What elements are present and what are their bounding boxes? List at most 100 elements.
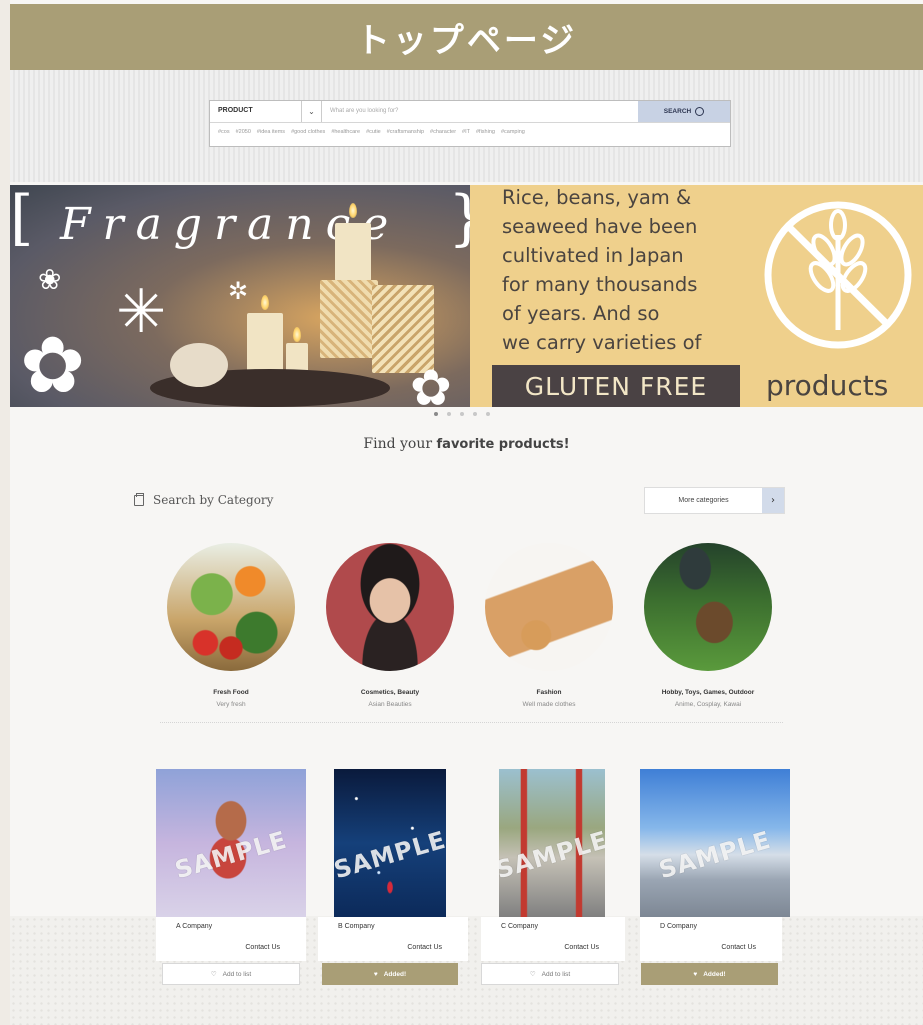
contact-us-link[interactable]: Contact Us (407, 944, 442, 951)
contact-us-link[interactable]: Contact Us (564, 944, 599, 951)
chevron-right-icon[interactable]: › (762, 488, 784, 513)
banner-line: of years. And so (502, 302, 660, 325)
carousel-dot[interactable] (486, 412, 490, 416)
hero-banner[interactable]: [ Fragrance } ❀ ✳ ✲ ✿ ✿ Rice, beans, yam… (10, 185, 923, 407)
company-name: B Company (338, 923, 375, 930)
product-card[interactable]: SAMPLE A Company Contact Us ♡ Add to lis… (156, 769, 306, 985)
sample-watermark: SAMPLE (334, 825, 446, 885)
candle-image (247, 313, 283, 373)
sample-watermark: SAMPLE (171, 825, 291, 885)
product-card[interactable]: SAMPLE B Company Contact Us ♥ Added! (318, 769, 468, 985)
category-heading: Search by Category (134, 492, 274, 507)
search-input[interactable]: What are you looking for? (322, 101, 638, 122)
tag-link[interactable]: #fishing (476, 129, 495, 135)
carousel-dot[interactable] (434, 412, 438, 416)
more-categories-button[interactable]: More categories › (644, 487, 785, 514)
category-select[interactable]: PRODUCT (210, 101, 302, 122)
product-image[interactable]: SAMPLE (156, 769, 306, 917)
contact-us-link[interactable]: Contact Us (721, 944, 756, 951)
carousel-dots (434, 412, 490, 416)
find-emphasis: favorite products! (436, 437, 570, 452)
added-button[interactable]: ♥ Added! (322, 963, 458, 985)
carousel-dot[interactable] (473, 412, 477, 416)
category-sub: Anime, Cosplay, Kawai (674, 701, 742, 708)
add-to-list-label: Add to list (541, 970, 571, 978)
tag-link[interactable]: #craftsmanship (387, 129, 424, 135)
sample-watermark: SAMPLE (499, 825, 605, 885)
category-name: Fashion (536, 689, 562, 696)
company-name: D Company (660, 923, 697, 930)
category-item-fashion[interactable]: Fashion Well made clothes (469, 543, 629, 708)
contact-us-link[interactable]: Contact Us (245, 944, 280, 951)
product-card[interactable]: SAMPLE C Company Contact Us ♡ Add to lis… (481, 769, 625, 985)
fresh-food-image[interactable] (167, 543, 295, 671)
company-name: C Company (501, 923, 538, 930)
carousel-dot[interactable] (447, 412, 451, 416)
cosmetics-image[interactable] (326, 543, 454, 671)
product-image[interactable]: SAMPLE (640, 769, 790, 917)
product-image[interactable]: SAMPLE (499, 769, 605, 917)
category-item-fresh-food[interactable]: Fresh Food Very fresh (151, 543, 311, 708)
section-divider (160, 722, 783, 723)
snowflake-icon: ✿ (410, 359, 452, 407)
snowflake-icon: ✳ (116, 277, 167, 347)
flame-image (261, 295, 269, 310)
product-info: D Company Contact Us (640, 917, 782, 961)
category-item-hobby[interactable]: Hobby, Toys, Games, Outdoor Anime, Cospl… (628, 543, 788, 708)
bracket-open-decoration: [ (10, 185, 34, 253)
product-info: B Company Contact Us (318, 917, 468, 961)
category-sub: Very fresh (216, 701, 246, 708)
add-to-list-button[interactable]: ♡ Add to list (481, 963, 619, 985)
tag-link[interactable]: #2050 (236, 129, 251, 135)
page-title: トップページ (355, 20, 578, 61)
tag-link[interactable]: #good clothes (291, 129, 325, 135)
search-button-label: SEARCH (663, 108, 692, 115)
tag-link[interactable]: #cutie (366, 129, 381, 135)
chevron-down-icon[interactable]: ⌄ (302, 101, 322, 122)
tag-link[interactable]: #idea items (257, 129, 285, 135)
carousel-dot[interactable] (460, 412, 464, 416)
add-to-list-label: Add to list (222, 970, 252, 978)
category-item-cosmetics[interactable]: Cosmetics, Beauty Asian Beauties (310, 543, 470, 708)
tag-link[interactable]: #healthcare (331, 129, 360, 135)
title-bar: トップページ (10, 4, 923, 70)
fragrance-banner[interactable]: [ Fragrance } ❀ ✳ ✲ ✿ ✿ (10, 185, 470, 407)
bracket-close-decoration: } (448, 185, 470, 253)
banner-line: Rice, beans, yam & (502, 186, 692, 209)
company-name: A Company (176, 923, 213, 930)
snowflake-icon: ✲ (228, 277, 249, 305)
heart-outline-icon: ♡ (529, 971, 536, 978)
banner-line: we carry varieties of (502, 331, 702, 354)
heart-filled-icon: ♥ (693, 970, 698, 978)
category-name: Fresh Food (213, 689, 249, 696)
tag-link[interactable]: #IT (462, 129, 470, 135)
tag-link[interactable]: #camping (501, 129, 525, 135)
tag-link[interactable]: #character (430, 129, 456, 135)
added-label: Added! (383, 970, 407, 978)
lantern-image (320, 280, 378, 358)
product-card[interactable]: SAMPLE D Company Contact Us ♥ Added! (640, 769, 790, 985)
shell-image (170, 343, 228, 387)
heart-outline-icon: ♡ (210, 971, 217, 978)
product-info: A Company Contact Us (156, 917, 306, 961)
hobby-image[interactable] (644, 543, 772, 671)
category-heading-label: Search by Category (153, 493, 274, 507)
find-prefix: Find your (363, 436, 437, 452)
product-image[interactable]: SAMPLE (334, 769, 446, 917)
gluten-free-banner[interactable]: Rice, beans, yam & seaweed have been cul… (470, 185, 923, 407)
search-row: PRODUCT ⌄ What are you looking for? SEAR… (210, 101, 730, 123)
gluten-free-label: GLUTEN FREE (492, 365, 740, 407)
banner-line: for many thousands (502, 273, 698, 296)
category-sub: Well made clothes (522, 701, 576, 708)
fashion-image[interactable] (485, 543, 613, 671)
banner-line: cultivated in Japan (502, 244, 684, 267)
search-button[interactable]: SEARCH (638, 101, 730, 122)
added-button[interactable]: ♥ Added! (641, 963, 778, 985)
heart-filled-icon: ♥ (373, 970, 378, 978)
search-area: PRODUCT ⌄ What are you looking for? SEAR… (10, 70, 923, 182)
banner-line: seaweed have been (502, 215, 698, 238)
gluten-free-text: Rice, beans, yam & seaweed have been cul… (502, 185, 701, 357)
added-label: Added! (703, 970, 726, 978)
tag-link[interactable]: #cos (218, 129, 230, 135)
add-to-list-button[interactable]: ♡ Add to list (162, 963, 300, 985)
